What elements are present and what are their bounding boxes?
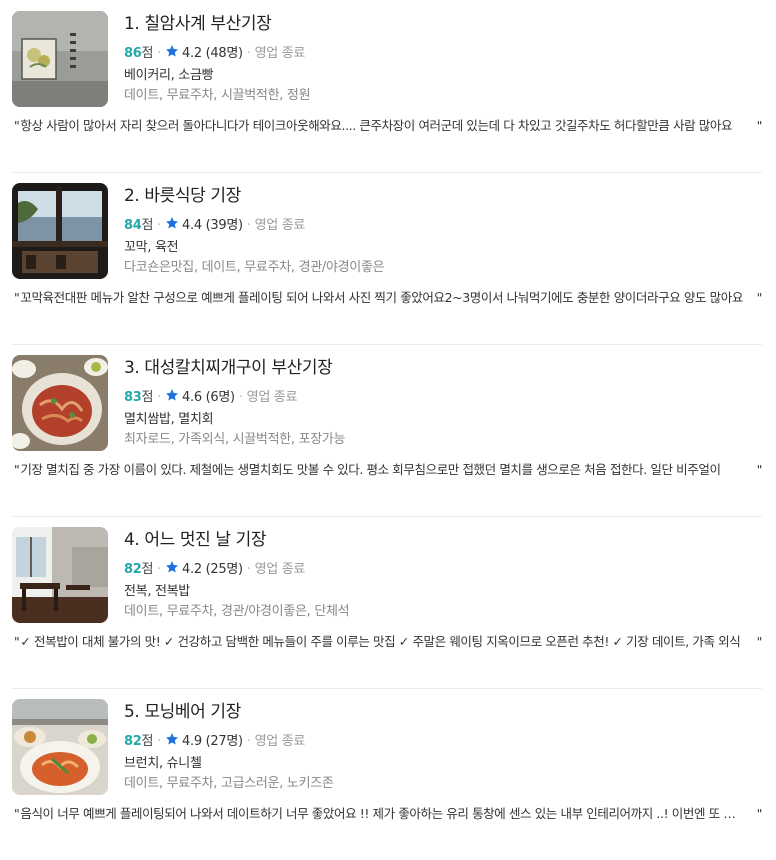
categories: 브런치, 슈니첼 xyxy=(124,756,202,771)
restaurant-title[interactable]: 5. 모닝베어 기장 xyxy=(124,701,760,723)
restaurant-list: 1. 칠암사계 부산기장 86점 · 4.2 (48명) · 영업 종료 베이커… xyxy=(0,0,776,860)
score: 86점 xyxy=(124,46,154,61)
rating: 4.9 (27명) xyxy=(182,734,243,749)
star-icon xyxy=(165,732,179,752)
restaurant-title[interactable]: 2. 바릇식당 기장 xyxy=(124,185,760,207)
rating: 4.6 (6명) xyxy=(182,390,235,405)
review-snippet[interactable]: "꼬막육전대판 메뉴가 알찬 구성으로 예쁘게 플레이팅 되어 나와서 사진 찍… xyxy=(14,289,762,307)
review-snippet[interactable]: "음식이 너무 예쁘게 플레이팅되어 나와서 데이트하기 너무 좋았어요 !! … xyxy=(14,805,762,823)
score: 82점 xyxy=(124,562,154,577)
business-status: 영업 종료 xyxy=(254,46,306,61)
categories: 전복, 전복밥 xyxy=(124,584,190,599)
score: 82점 xyxy=(124,734,154,749)
separator: · xyxy=(157,218,162,233)
restaurant-card[interactable]: 5. 모닝베어 기장 82점 · 4.9 (27명) · 영업 종료 브런치, … xyxy=(0,688,776,860)
restaurant-photo[interactable] xyxy=(12,355,108,451)
restaurant-photo[interactable] xyxy=(12,527,108,623)
tags: 데이트, 무료주차, 경관/야경이좋은, 단체석 xyxy=(124,604,350,619)
tags: 최자로드, 가족외식, 시끌벅적한, 포장가능 xyxy=(124,432,346,447)
star-icon xyxy=(165,388,179,408)
separator: · xyxy=(157,390,162,405)
tags: 데이트, 무료주차, 고급스러운, 노키즈존 xyxy=(124,776,334,791)
review-snippet[interactable]: "항상 사람이 많아서 자리 찾으러 돌아다니다가 테이크아웃해와요.... 큰… xyxy=(14,117,762,135)
star-icon xyxy=(165,560,179,580)
restaurant-card[interactable]: 2. 바릇식당 기장 84점 · 4.4 (39명) · 영업 종료 꼬막, 육… xyxy=(0,172,776,344)
restaurant-card[interactable]: 1. 칠암사계 부산기장 86점 · 4.2 (48명) · 영업 종료 베이커… xyxy=(0,0,776,172)
rating: 4.4 (39명) xyxy=(182,218,243,233)
business-status: 영업 종료 xyxy=(254,734,306,749)
restaurant-photo[interactable] xyxy=(12,183,108,279)
separator: · xyxy=(246,734,251,749)
rating: 4.2 (48명) xyxy=(182,46,243,61)
review-snippet[interactable]: "✓ 전복밥이 대체 불가의 맛! ✓ 건강하고 담백한 메뉴들이 주를 이루는… xyxy=(14,633,762,651)
restaurant-card[interactable]: 4. 어느 멋진 날 기장 82점 · 4.2 (25명) · 영업 종료 전복… xyxy=(0,516,776,688)
star-icon xyxy=(165,44,179,64)
restaurant-title[interactable]: 1. 칠암사계 부산기장 xyxy=(124,13,760,35)
star-icon xyxy=(165,216,179,236)
categories: 멸치쌈밥, 멸치회 xyxy=(124,412,214,427)
separator: · xyxy=(246,562,251,577)
separator: · xyxy=(246,46,251,61)
score: 83점 xyxy=(124,390,154,405)
rating: 4.2 (25명) xyxy=(182,562,243,577)
categories: 꼬막, 육전 xyxy=(124,240,179,255)
separator: · xyxy=(157,734,162,749)
restaurant-photo[interactable] xyxy=(12,699,108,795)
business-status: 영업 종료 xyxy=(254,218,306,233)
restaurant-photo[interactable] xyxy=(12,11,108,107)
restaurant-title[interactable]: 3. 대성칼치찌개구이 부산기장 xyxy=(124,357,760,379)
score: 84점 xyxy=(124,218,154,233)
separator: · xyxy=(238,390,243,405)
restaurant-card[interactable]: 3. 대성칼치찌개구이 부산기장 83점 · 4.6 (6명) · 영업 종료 … xyxy=(0,344,776,516)
separator: · xyxy=(246,218,251,233)
review-snippet[interactable]: "기장 멸치집 중 가장 이름이 있다. 제철에는 생멸치회도 맛볼 수 있다.… xyxy=(14,461,762,479)
business-status: 영업 종료 xyxy=(254,562,306,577)
tags: 다코숀은맛집, 데이트, 무료주차, 경관/야경이좋은 xyxy=(124,260,385,275)
tags: 데이트, 무료주차, 시끌벅적한, 정원 xyxy=(124,88,311,103)
business-status: 영업 종료 xyxy=(246,390,298,405)
categories: 베이커리, 소금빵 xyxy=(124,68,214,83)
separator: · xyxy=(157,46,162,61)
separator: · xyxy=(157,562,162,577)
restaurant-title[interactable]: 4. 어느 멋진 날 기장 xyxy=(124,529,760,551)
